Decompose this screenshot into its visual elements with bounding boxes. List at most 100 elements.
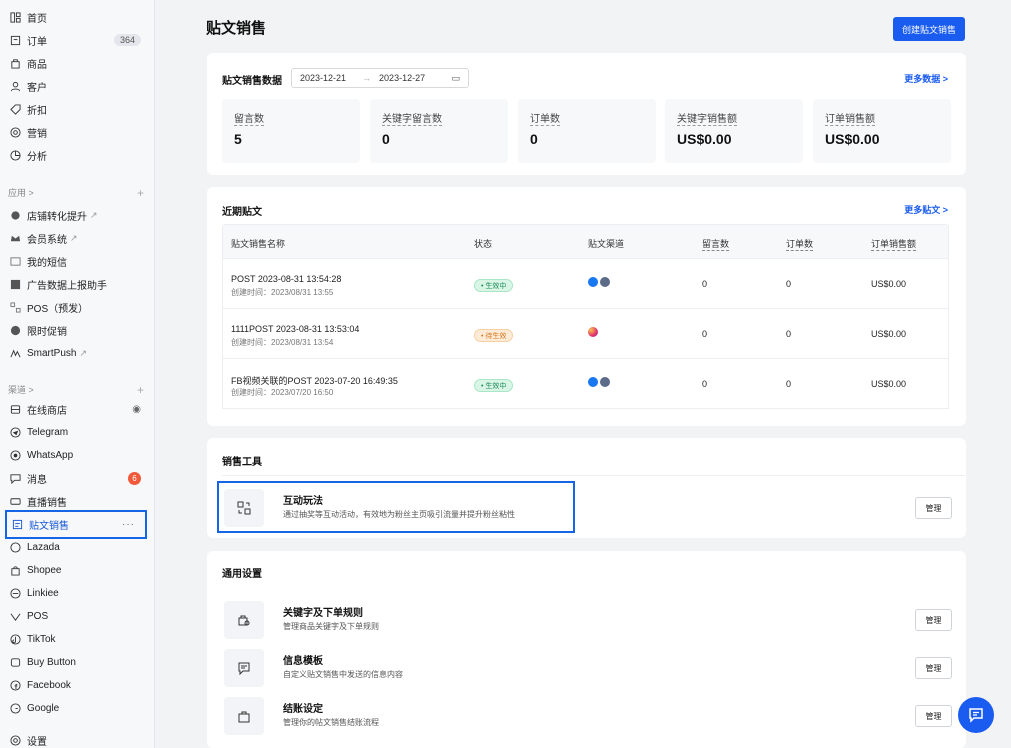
sidebar-item-discounts[interactable]: 折扣 xyxy=(0,98,154,120)
sidebar-item-pos[interactable]: POS xyxy=(0,605,154,627)
more-posts-link[interactable]: 更多贴文 > xyxy=(904,203,948,216)
store-icon xyxy=(8,402,22,416)
manage-button[interactable]: 管理 xyxy=(915,705,952,727)
add-app-icon[interactable]: + xyxy=(137,186,144,200)
sidebar-item-live-selling[interactable]: 直播销售 xyxy=(0,490,154,512)
calendar-icon: ▭ xyxy=(451,72,460,83)
sidebar-item-buy-button[interactable]: Buy Button xyxy=(0,651,154,673)
stat-card-comments: 留言数 5 xyxy=(222,99,360,163)
general-settings-title: 通用设置 xyxy=(222,569,262,580)
sidebar-item-label: Lazada xyxy=(27,541,60,553)
page-title: 贴文销售 xyxy=(206,20,267,37)
stat-value: 5 xyxy=(234,131,242,147)
sidebar-item-label: 消息 xyxy=(27,474,47,486)
sidebar-item-marketing[interactable]: 营销 xyxy=(0,121,154,143)
more-options-icon[interactable]: ··· xyxy=(122,519,135,530)
sidebar-item-label: 客户 xyxy=(27,82,47,94)
post-created: 创建时间：2023/07/20 16:50 xyxy=(231,388,334,397)
shopee-icon xyxy=(8,563,22,577)
sidebar-item-ad-reporting[interactable]: 广告数据上报助手 xyxy=(0,273,154,295)
sidebar-item-shopee[interactable]: Shopee xyxy=(0,559,154,581)
recent-posts-title: 近期贴文 xyxy=(222,207,262,218)
add-channel-icon[interactable]: + xyxy=(137,383,144,397)
setting-desc: 管理你的帖文销售结账流程 xyxy=(283,718,379,727)
stat-value: 0 xyxy=(530,131,538,147)
sidebar-item-label: TikTok xyxy=(27,633,56,645)
sidebar-item-label: Linkiee xyxy=(27,587,59,599)
channel-icons xyxy=(588,277,610,287)
date-start: 2023-12-21 xyxy=(300,73,347,83)
whatsapp-icon xyxy=(8,448,22,462)
orders-count-badge: 364 xyxy=(113,34,141,46)
manage-button[interactable]: 管理 xyxy=(915,609,952,631)
sidebar-item-online-store[interactable]: 在线商店 ◉ xyxy=(0,398,154,420)
column-header: 贴文销售名称 xyxy=(231,239,286,249)
column-header: 订单销售额 xyxy=(871,239,917,251)
sidebar-item-whatsapp[interactable]: WhatsApp xyxy=(0,444,154,466)
table-row[interactable]: 1111POST 2023-08-31 13:53:04 创建时间：2023/0… xyxy=(222,309,949,359)
target-icon xyxy=(8,125,22,139)
stat-card-orders: 订单数 0 xyxy=(518,99,656,163)
table-row[interactable]: POST 2023-08-31 13:54:28 创建时间：2023/08/31… xyxy=(222,259,949,309)
sidebar-item-tiktok[interactable]: TikTok xyxy=(0,628,154,650)
manage-button[interactable]: 管理 xyxy=(915,657,952,679)
sidebar-item-post-selling[interactable]: 贴文销售 ··· xyxy=(5,510,147,539)
facebook-icon xyxy=(588,277,598,287)
sidebar-item-label: 折扣 xyxy=(27,105,47,117)
sidebar-item-orders[interactable]: 订单 364 xyxy=(0,29,154,51)
post-name[interactable]: POST 2023-08-31 13:54:28 xyxy=(231,274,341,284)
column-header: 状态 xyxy=(474,239,493,249)
sidebar-item-label: WhatsApp xyxy=(27,449,74,461)
setting-desc: 自定义贴文销售中发送的信息内容 xyxy=(283,670,403,679)
sidebar-item-sms[interactable]: 我的短信 xyxy=(0,250,154,272)
sidebar-item-telegram[interactable]: Telegram xyxy=(0,421,154,443)
post-name[interactable]: FB视频关联的POST 2023-07-20 16:49:35 xyxy=(231,374,398,387)
sidebar-item-home[interactable]: 首页 xyxy=(0,6,154,28)
apps-section-header[interactable]: 应用 > + xyxy=(8,186,148,200)
orders-icon xyxy=(8,33,22,47)
messenger-icon xyxy=(600,277,610,287)
channels-section-header[interactable]: 渠道 > + xyxy=(8,383,148,397)
message-template-icon xyxy=(224,649,264,687)
buy-button-icon xyxy=(8,655,22,669)
create-post-selling-button[interactable]: 创建贴文销售 xyxy=(893,17,965,41)
sidebar-item-label: SmartPush xyxy=(27,347,77,359)
manage-button[interactable]: 管理 xyxy=(915,497,952,519)
home-icon xyxy=(8,10,22,24)
eye-icon[interactable]: ◉ xyxy=(132,404,141,415)
sidebar-item-facebook[interactable]: Facebook xyxy=(0,674,154,696)
table-row[interactable]: FB视频关联的POST 2023-07-20 16:49:35 创建时间：202… xyxy=(222,359,949,409)
sidebar-item-membership[interactable]: 会员系统 ↗ xyxy=(0,227,154,249)
sidebar-item-store-conversion[interactable]: 店铺转化提升 ↗ xyxy=(0,204,154,226)
stat-label: 关键字销售额 xyxy=(677,110,737,126)
setting-keyword-rules[interactable]: 关键字及下单规则 管理商品关键字及下单规则 管理 xyxy=(222,595,952,645)
chat-button[interactable] xyxy=(958,697,994,733)
sidebar-item-label: 贴文销售 xyxy=(29,521,69,532)
comments-count: 0 xyxy=(702,279,708,289)
date-range-picker[interactable]: 2023-12-21 → 2023-12-27 ▭ xyxy=(291,68,469,88)
sidebar-item-customers[interactable]: 客户 xyxy=(0,75,154,97)
channel-icons xyxy=(588,327,598,337)
sidebar-item-pos-beta[interactable]: POS（预发） xyxy=(0,296,154,318)
sidebar-item-label: Telegram xyxy=(27,426,69,438)
sidebar-item-analytics[interactable]: 分析 xyxy=(0,144,154,166)
messages-count-badge: 6 xyxy=(128,471,141,485)
post-icon xyxy=(10,518,24,532)
sidebar-item-messages[interactable]: 消息 6 xyxy=(0,467,154,489)
pos-icon xyxy=(8,300,22,314)
sidebar-item-smartpush[interactable]: SmartPush ↗ xyxy=(0,342,154,364)
more-data-link[interactable]: 更多数据 > xyxy=(904,72,948,85)
order-sales: US$0.00 xyxy=(871,279,907,289)
orders-count: 0 xyxy=(786,279,792,289)
sidebar-item-lazada[interactable]: Lazada xyxy=(0,536,154,558)
sidebar-item-linkiee[interactable]: Linkiee xyxy=(0,582,154,604)
setting-message-template[interactable]: 信息模板 自定义贴文销售中发送的信息内容 管理 xyxy=(222,643,952,693)
sidebar-item-google[interactable]: Google xyxy=(0,697,154,719)
post-name[interactable]: 1111POST 2023-08-31 13:53:04 xyxy=(231,324,359,334)
external-link-icon: ↗ xyxy=(79,347,88,358)
sidebar-item-flash-sale[interactable]: 限时促销 xyxy=(0,319,154,341)
sidebar-item-settings[interactable]: 设置 xyxy=(0,729,154,748)
orders-count: 0 xyxy=(786,329,792,339)
sidebar-item-products[interactable]: 商品 xyxy=(0,52,154,74)
setting-checkout[interactable]: 结账设定 管理你的帖文销售结账流程 管理 xyxy=(222,691,952,741)
